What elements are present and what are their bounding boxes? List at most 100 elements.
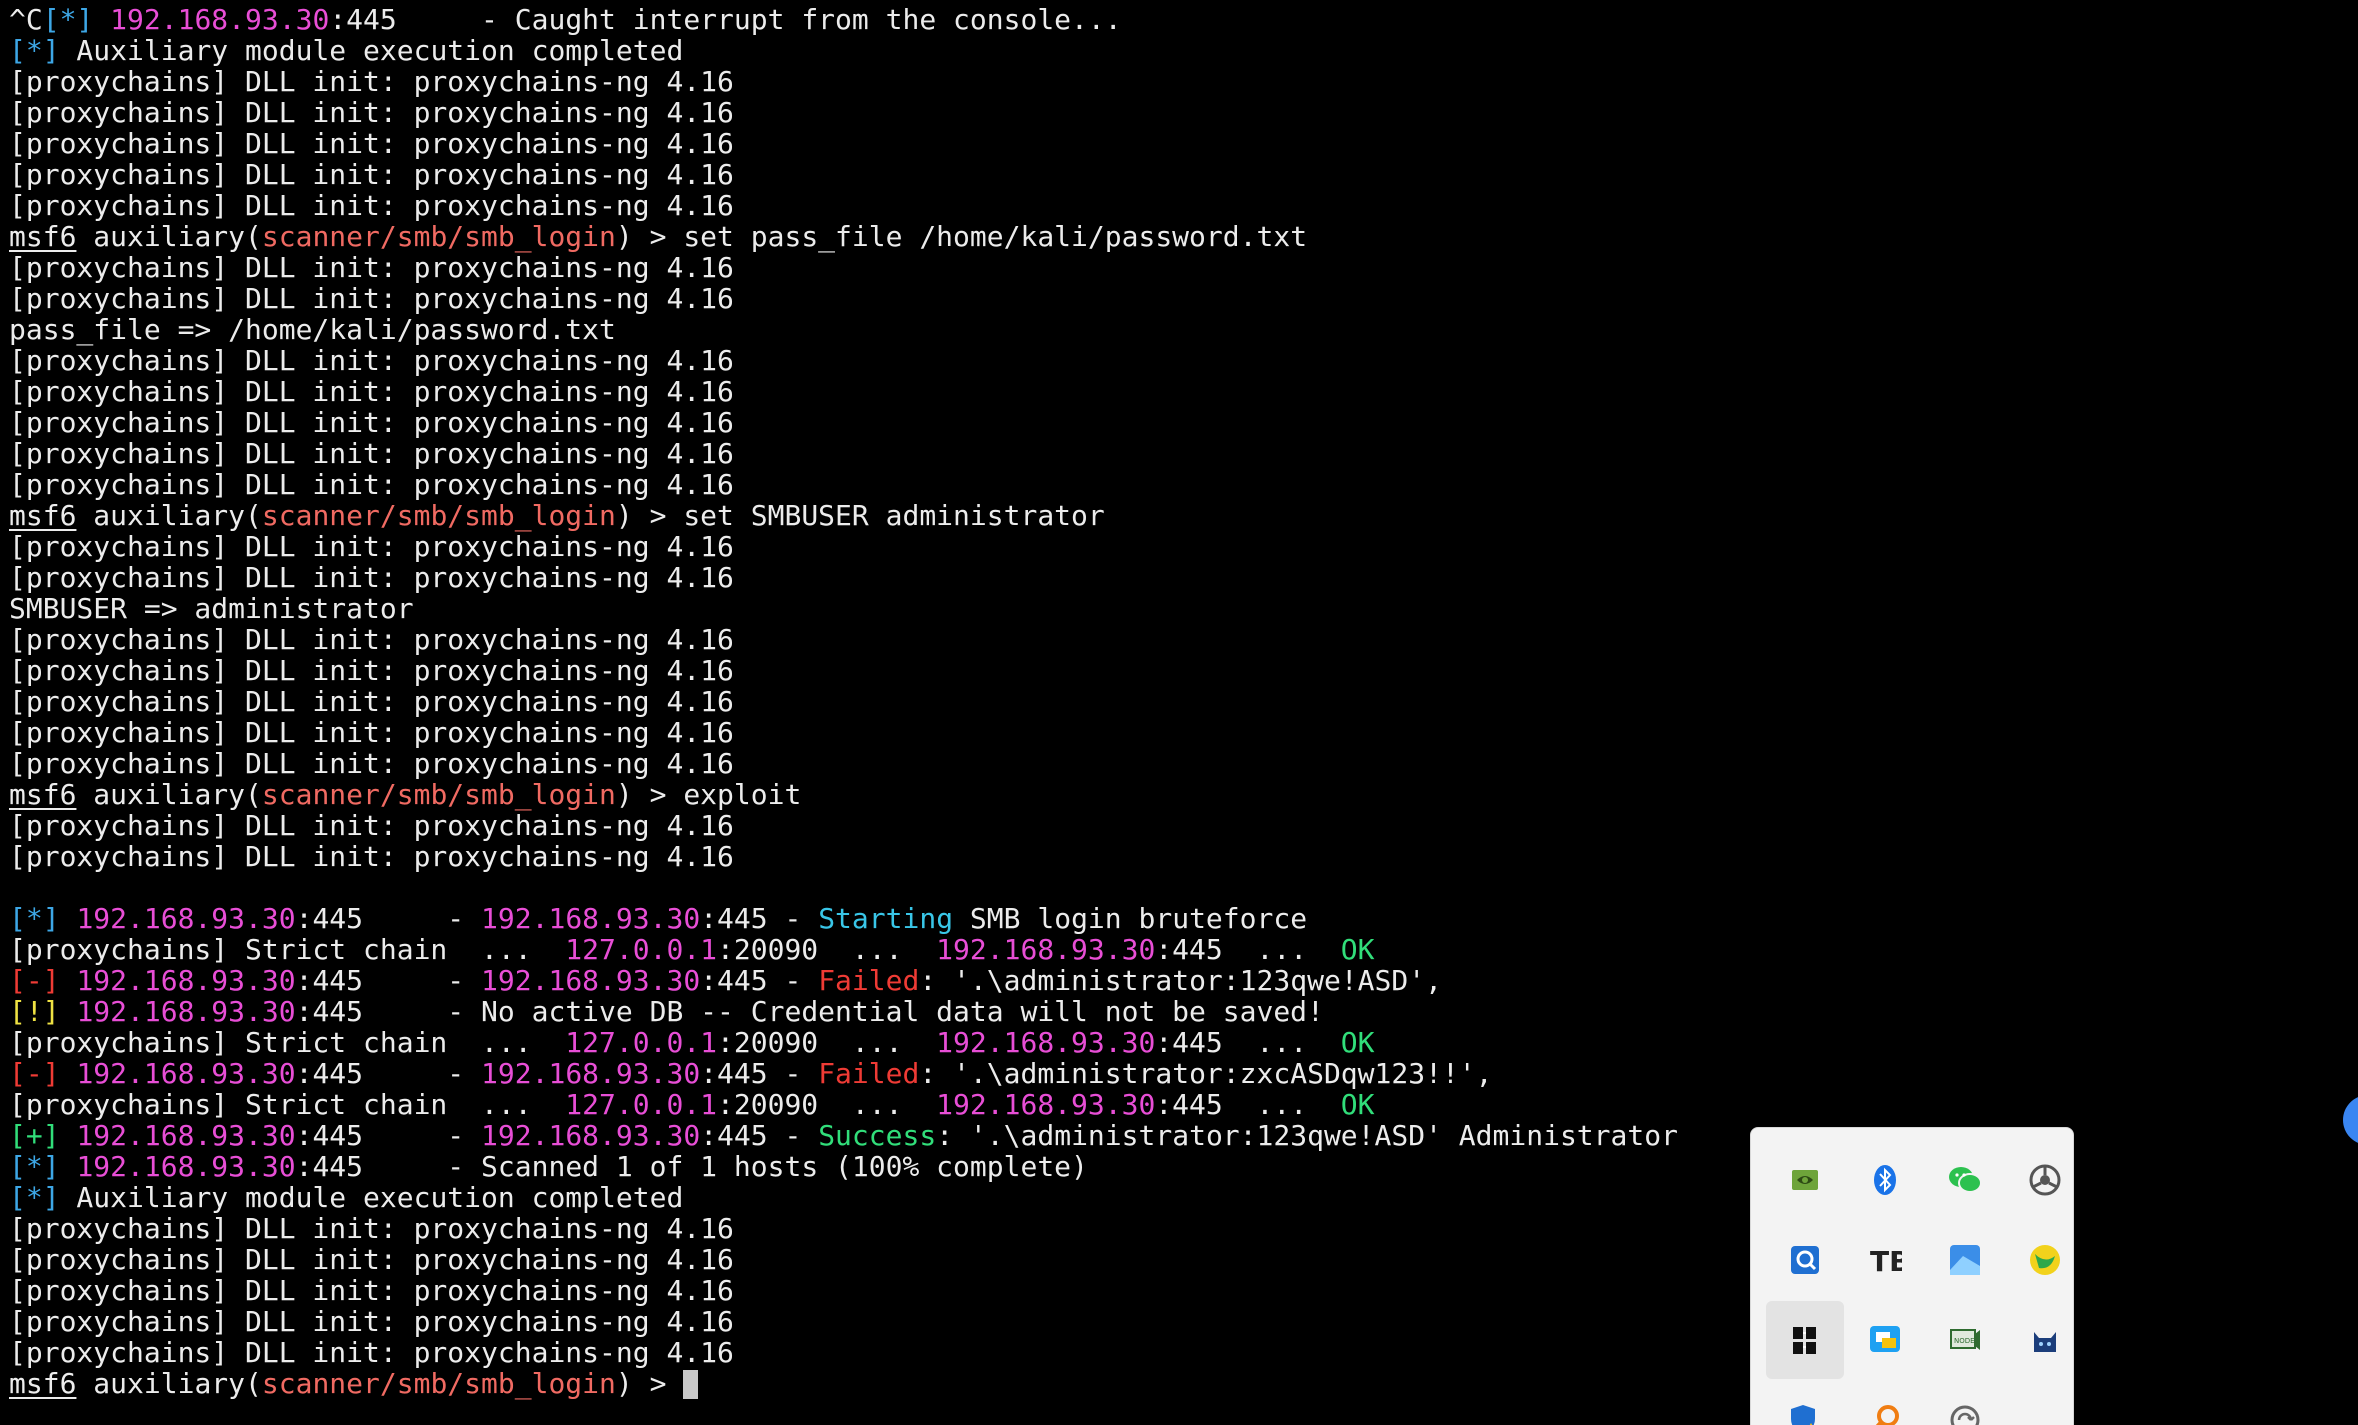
- terminal-line: [proxychains] DLL init: proxychains-ng 4…: [9, 252, 1678, 283]
- terminal-text-segment: msf6: [9, 778, 77, 811]
- terminal-text-segment: [proxychains] DLL init: proxychains-ng 4…: [9, 840, 734, 873]
- terminal-line: msf6 auxiliary(scanner/smb/smb_login) > …: [9, 779, 1678, 810]
- terminal-text-segment: 192.168.93.30: [76, 995, 296, 1028]
- terminal-text-segment: 127.0.0.1: [565, 1088, 718, 1121]
- terminal-line: [proxychains] DLL init: proxychains-ng 4…: [9, 655, 1678, 686]
- terminal-text-segment: Starting: [818, 902, 954, 935]
- terminal-text-segment: 192.168.93.30: [76, 1150, 296, 1183]
- terminal-text-segment: : '.\administrator:zxcASDqw123!!',: [919, 1057, 1493, 1090]
- terminal-text-segment: ) > set SMBUSER administrator: [615, 499, 1105, 532]
- terminal-text-segment: :20090 ...: [717, 1026, 937, 1059]
- terminal-output: ^C[*] 192.168.93.30:445 - Caught interru…: [9, 4, 1678, 1399]
- photo-app-icon[interactable]: [1926, 1221, 2004, 1299]
- wechat-icon[interactable]: [1926, 1141, 2004, 1219]
- terminal-text-segment: 192.168.93.30: [936, 1026, 1156, 1059]
- terminal-line: [*] Auxiliary module execution completed: [9, 35, 1678, 66]
- terminal-text-segment: 127.0.0.1: [565, 933, 718, 966]
- terminal-window[interactable]: ^C[*] 192.168.93.30:445 - Caught interru…: [0, 0, 2358, 1425]
- terminal-line: msf6 auxiliary(scanner/smb/smb_login) >: [9, 1368, 1678, 1399]
- nvidia-icon[interactable]: [1766, 1141, 1844, 1219]
- terminal-line: pass_file => /home/kali/password.txt: [9, 314, 1678, 345]
- terminal-text-segment: :445 - Caught interrupt from the console…: [329, 3, 1122, 36]
- terminal-text-segment: :20090 ...: [717, 933, 937, 966]
- terminal-text-segment: [proxychains] Strict chain ...: [9, 1088, 566, 1121]
- terminal-text-segment: 192.168.93.30: [76, 1057, 296, 1090]
- terminal-line: SMBUSER => administrator: [9, 593, 1678, 624]
- terminal-text-segment: 192.168.93.30: [110, 3, 330, 36]
- terminal-text-segment: [proxychains] DLL init: proxychains-ng 4…: [9, 1305, 734, 1338]
- terminal-text-segment: [proxychains] DLL init: proxychains-ng 4…: [9, 747, 734, 780]
- floating-assistant-bubble[interactable]: [2343, 1095, 2358, 1145]
- cat-icon[interactable]: [2006, 1301, 2084, 1379]
- terminal-text-segment: [proxychains] DLL init: proxychains-ng 4…: [9, 1243, 734, 1276]
- terminal-text-segment: [proxychains] DLL init: proxychains-ng 4…: [9, 189, 734, 222]
- terminal-text-segment: [proxychains] Strict chain ...: [9, 933, 566, 966]
- terminal-text-segment: : '.\administrator:123qwe!ASD' Administr…: [936, 1119, 1678, 1152]
- terminal-text-segment: 192.168.93.30: [76, 902, 296, 935]
- terminal-text-segment: :445 -: [700, 902, 819, 935]
- magnifier-icon[interactable]: [1846, 1381, 1924, 1425]
- terminal-text-segment: :445 ...: [1155, 933, 1341, 966]
- terminal-line: [proxychains] DLL init: proxychains-ng 4…: [9, 438, 1678, 469]
- terminal-text-segment: [proxychains] DLL init: proxychains-ng 4…: [9, 685, 734, 718]
- terminal-text-segment: :445 -: [295, 964, 482, 997]
- terminal-text-segment: [proxychains] DLL init: proxychains-ng 4…: [9, 251, 734, 284]
- terminal-text-segment: [proxychains] DLL init: proxychains-ng 4…: [9, 530, 734, 563]
- terminal-text-segment: scanner/smb/smb_login: [261, 499, 616, 532]
- terminal-line: [proxychains] DLL init: proxychains-ng 4…: [9, 97, 1678, 128]
- monitor-app-icon[interactable]: NODE: [1926, 1301, 2004, 1379]
- terminal-text-segment: ^C: [9, 3, 43, 36]
- tb-app-icon[interactable]: TB: [1846, 1221, 1924, 1299]
- gear-hub-icon[interactable]: [2006, 1141, 2084, 1219]
- terminal-text-segment: 192.168.93.30: [936, 933, 1156, 966]
- terminal-text-segment: ) > set pass_file /home/kali/password.tx…: [615, 220, 1308, 253]
- terminal-line: [proxychains] DLL init: proxychains-ng 4…: [9, 1244, 1678, 1275]
- terminal-text-segment: auxiliary(: [76, 778, 262, 811]
- terminal-text-segment: :445 -: [295, 1057, 482, 1090]
- bluetooth-icon[interactable]: [1846, 1141, 1924, 1219]
- terminal-text-segment: :445 - No active DB -- Credential data w…: [295, 995, 1324, 1028]
- terminal-text-segment: 192.168.93.30: [481, 964, 701, 997]
- terminal-text-segment: Auxiliary module execution completed: [59, 1181, 684, 1214]
- terminal-text-segment: OK: [1340, 933, 1375, 966]
- terminal-text-segment: 192.168.93.30: [481, 902, 701, 935]
- sync-icon[interactable]: [1926, 1381, 2004, 1425]
- terminal-text-segment: Failed: [818, 964, 920, 997]
- terminal-line: [proxychains] DLL init: proxychains-ng 4…: [9, 810, 1678, 841]
- terminal-text-segment: scanner/smb/smb_login: [261, 220, 616, 253]
- terminal-text-segment: [proxychains] DLL init: proxychains-ng 4…: [9, 1336, 734, 1369]
- terminal-line: [*] 192.168.93.30:445 - Scanned 1 of 1 h…: [9, 1151, 1678, 1182]
- chat-app-icon[interactable]: [1846, 1301, 1924, 1379]
- terminal-line: [proxychains] DLL init: proxychains-ng 4…: [9, 717, 1678, 748]
- terminal-text-segment: [*]: [9, 34, 60, 67]
- svg-text:NODE: NODE: [1954, 1337, 1975, 1345]
- terminal-text-segment: [proxychains] DLL init: proxychains-ng 4…: [9, 344, 734, 377]
- terminal-text-segment: 127.0.0.1: [565, 1026, 718, 1059]
- terminal-text-segment: [proxychains] DLL init: proxychains-ng 4…: [9, 282, 734, 315]
- terminal-text-segment: [-]: [9, 964, 60, 997]
- terminal-line: [+] 192.168.93.30:445 - 192.168.93.30:44…: [9, 1120, 1678, 1151]
- terminal-text-segment: [*]: [9, 902, 60, 935]
- windows-security-icon[interactable]: [1766, 1381, 1844, 1425]
- terminal-line: [proxychains] DLL init: proxychains-ng 4…: [9, 190, 1678, 221]
- search-app-icon[interactable]: [1766, 1221, 1844, 1299]
- terminal-text-segment: msf6: [9, 1367, 77, 1400]
- yellow-green-ball-icon[interactable]: [2006, 1221, 2084, 1299]
- terminal-line: [-] 192.168.93.30:445 - 192.168.93.30:44…: [9, 1058, 1678, 1089]
- terminal-text-segment: 192.168.93.30: [481, 1057, 701, 1090]
- terminal-line: [proxychains] DLL init: proxychains-ng 4…: [9, 624, 1678, 655]
- terminal-text-segment: auxiliary(: [76, 220, 262, 253]
- terminal-text-segment: ) >: [615, 1367, 684, 1400]
- tiles-app-icon[interactable]: [1766, 1301, 1844, 1379]
- terminal-text-segment: Failed: [818, 1057, 920, 1090]
- terminal-text-segment: [proxychains] DLL init: proxychains-ng 4…: [9, 127, 734, 160]
- terminal-line: [proxychains] DLL init: proxychains-ng 4…: [9, 407, 1678, 438]
- terminal-text-segment: :445 - Scanned 1 of 1 hosts (100% comple…: [295, 1150, 1088, 1183]
- terminal-text-segment: [proxychains] DLL init: proxychains-ng 4…: [9, 623, 734, 656]
- terminal-line: [proxychains] DLL init: proxychains-ng 4…: [9, 748, 1678, 779]
